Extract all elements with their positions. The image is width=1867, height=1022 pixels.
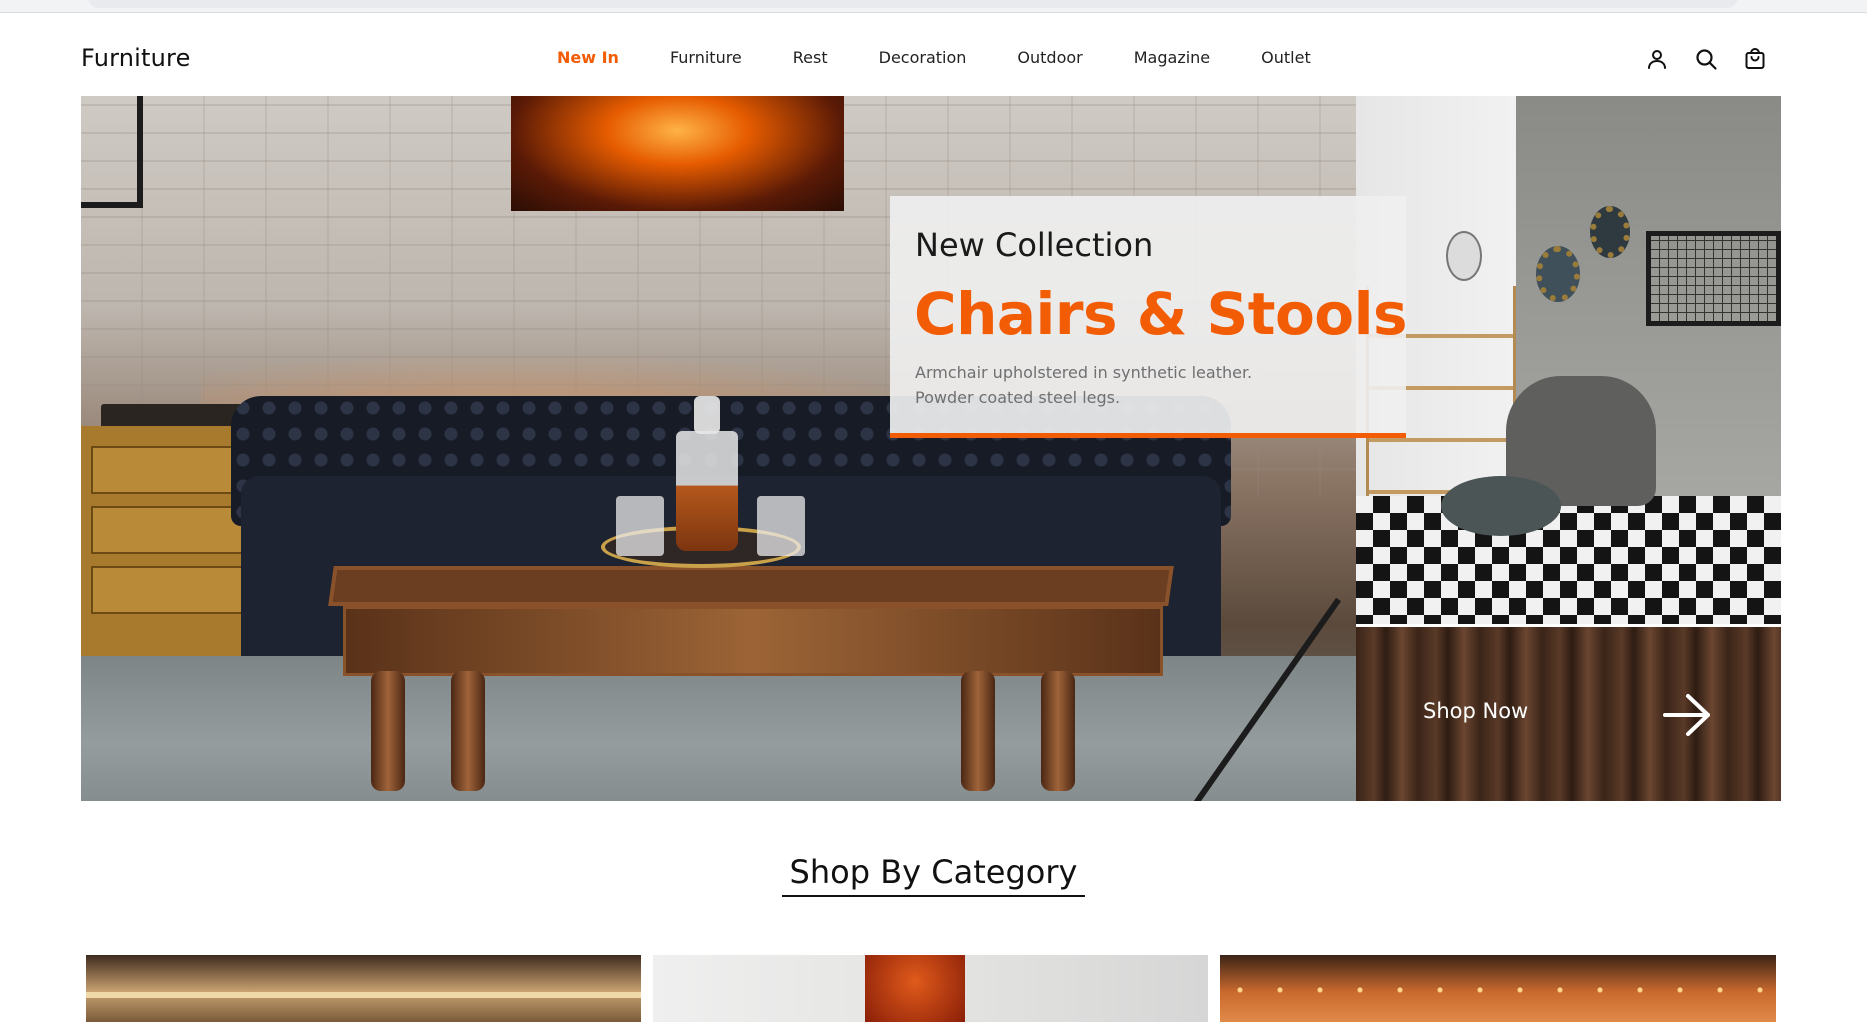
collection-card: New Collection Chairs & Stools Armchair … (890, 196, 1408, 438)
table-leg (371, 671, 405, 791)
round-mirror (1590, 206, 1630, 258)
card-image-detail (86, 992, 641, 998)
card-image-detail (865, 955, 965, 1022)
category-card[interactable] (1220, 955, 1776, 1022)
dresser-drawer (91, 566, 261, 614)
header-actions (1643, 45, 1790, 73)
card-image-detail (1220, 975, 1776, 1005)
site-logo[interactable]: Furniture (81, 44, 191, 72)
grid-wall-panel (1646, 231, 1781, 326)
category-title: Shop By Category (781, 853, 1086, 897)
category-cards (86, 955, 1776, 1022)
coffee-table-body (343, 606, 1163, 676)
category-section-header: Shop By Category (0, 853, 1867, 897)
nav-item-outlet[interactable]: Outlet (1261, 48, 1311, 67)
coffee-table-top (328, 566, 1174, 606)
shop-now-panel[interactable]: Shop Now (1356, 627, 1781, 801)
glass (616, 496, 664, 556)
description-line: Armchair upholstered in synthetic leathe… (915, 363, 1253, 382)
shop-now-link[interactable]: Shop Now (1423, 699, 1528, 723)
search-icon[interactable] (1692, 45, 1720, 73)
shopping-bag-icon[interactable] (1741, 45, 1769, 73)
collection-headline: Chairs & Stools (914, 280, 1408, 348)
category-card[interactable] (653, 955, 1208, 1022)
round-mirror (1536, 246, 1580, 302)
address-bar[interactable] (88, 0, 1738, 8)
user-icon[interactable] (1643, 45, 1671, 73)
arrow-right-icon[interactable] (1662, 693, 1712, 737)
collection-description: Armchair upholstered in synthetic leathe… (915, 360, 1385, 410)
nav-item-decoration[interactable]: Decoration (879, 48, 967, 67)
decanter (676, 431, 738, 551)
side-table (1441, 476, 1561, 536)
hero-armchair-image (1356, 96, 1781, 624)
collection-kicker: New Collection (915, 226, 1154, 264)
category-card[interactable] (86, 955, 641, 1022)
decanter-stopper (694, 396, 720, 434)
description-line: Powder coated steel legs. (915, 388, 1121, 407)
table-leg (961, 671, 995, 791)
main-nav: New In Furniture Rest Decoration Outdoor… (557, 48, 1362, 67)
patterned-rug (1356, 496, 1781, 624)
wall-frame (81, 96, 143, 208)
browser-chrome (0, 0, 1867, 13)
wall-painting (511, 96, 844, 211)
nav-item-new-in[interactable]: New In (557, 48, 619, 67)
glass (757, 496, 805, 556)
site-header: Furniture New In Furniture Rest Decorati… (0, 13, 1867, 96)
rug (81, 656, 1356, 801)
nav-item-furniture[interactable]: Furniture (670, 48, 742, 67)
table-leg (1041, 671, 1075, 791)
nav-item-outdoor[interactable]: Outdoor (1017, 48, 1082, 67)
table-leg (451, 671, 485, 791)
nav-item-rest[interactable]: Rest (793, 48, 828, 67)
wall-clock (1446, 231, 1482, 281)
nav-item-magazine[interactable]: Magazine (1134, 48, 1210, 67)
